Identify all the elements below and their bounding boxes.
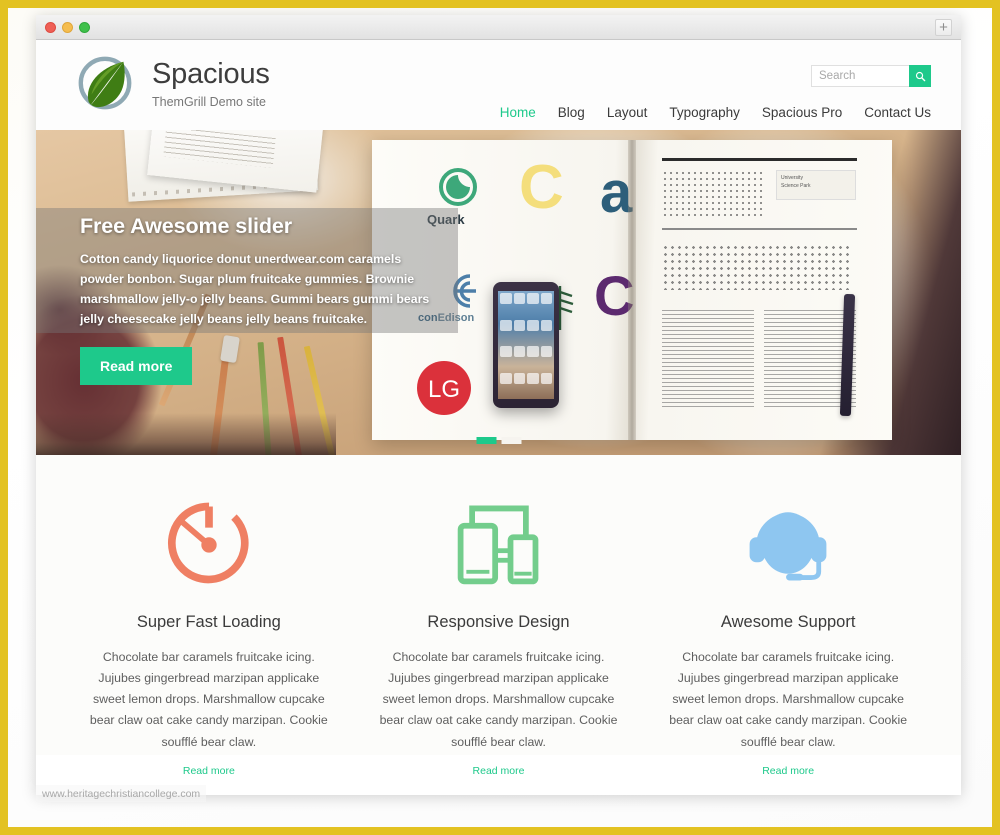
book-halftone-1 [662,170,762,216]
book-rule [662,158,857,161]
feature-card-awesome-support: Awesome Support Chocolate bar caramels f… [643,487,933,777]
nav-item-blog[interactable]: Blog [558,105,585,120]
slider-caption: Free Awesome slider Cotton candy liquori… [80,214,430,330]
feature-read-more-link[interactable]: Read more [183,765,235,777]
headset-support-icon [749,512,827,581]
site-branding[interactable]: Spacious ThemGrill Demo site [74,52,270,114]
search-submit-button[interactable] [909,65,931,87]
brand-text: Spacious ThemGrill Demo site [152,57,270,109]
nav-item-spacious-pro[interactable]: Spacious Pro [762,105,842,120]
slider-read-more-button[interactable]: Read more [80,347,193,385]
slider-title: Free Awesome slider [80,214,293,238]
browser-window: + Spacious ThemGrill Demo site Search Ho… [36,15,961,795]
hero-slider[interactable]: Quark C a conEdison I [36,130,961,455]
site-title: Spacious [152,58,270,91]
feature-title: Responsive Design [427,613,570,631]
leaf-in-circle-logo-icon [78,56,132,110]
nav-item-layout[interactable]: Layout [607,105,648,120]
window-controls [45,21,90,33]
lg-logo-icon: LG [417,361,471,415]
slider-description: Cotton candy liquorice donut unerdwear.c… [80,252,430,326]
slider-pagination-dot-2[interactable] [501,437,521,444]
slider-logo-a-blue: a [600,160,633,225]
maximize-window-button[interactable] [79,21,90,33]
search-input[interactable] [811,65,909,87]
feature-text: Chocolate bar caramels fruitcake icing. … [669,650,908,749]
nav-item-contact-us[interactable]: Contact Us [864,105,931,120]
site-tagline: ThemGrill Demo site [152,94,266,109]
browser-titlebar: + [36,15,961,40]
browser-status-bar: www.heritagechristiancollege.com [36,785,207,802]
feature-read-more-link[interactable]: Read more [762,765,814,777]
main-navigation: Home Blog Layout Typography Spacious Pro… [500,105,931,120]
book-text-col-1 [662,310,754,410]
slider-photo-foreground-shadow [36,413,336,455]
close-window-button[interactable] [45,21,56,33]
status-bar-url: www.heritagechristiancollege.com [42,787,201,800]
quark-logo-icon [439,168,477,206]
page-frame: + Spacious ThemGrill Demo site Search Ho… [8,8,992,827]
nav-item-home[interactable]: Home [500,105,536,120]
svg-text:LG: LG [428,376,460,403]
book-figure-caption: University Science Park [776,170,856,200]
feature-section: Super Fast Loading Chocolate bar caramel… [36,455,961,777]
slider-logo-c-purple: C [594,264,635,327]
responsive-devices-icon [457,505,538,585]
book-rule-2 [662,228,857,230]
feature-title: Super Fast Loading [136,613,281,631]
slider-photo-smartphone [493,282,559,408]
feature-icon-wrapper [368,487,630,599]
book-halftone-row [662,244,852,290]
site-header: Spacious ThemGrill Demo site Home [36,40,961,130]
slider-logo-c-yellow: C [519,153,564,222]
feature-card-super-fast-loading: Super Fast Loading Chocolate bar caramel… [64,487,354,777]
slider-pagination [476,437,521,444]
speedometer-icon [167,502,249,584]
slider-pagination-dot-1[interactable] [476,437,496,444]
slider-photo-eraser [220,334,240,364]
search-form [811,65,931,87]
feature-text: Chocolate bar caramels fruitcake icing. … [379,650,618,749]
slider-photo-phone-screen [498,291,554,399]
feature-read-more-link[interactable]: Read more [473,765,525,777]
new-tab-button[interactable]: + [935,19,952,36]
feature-card-responsive-design: Responsive Design Chocolate bar caramels… [354,487,644,777]
search-icon [915,71,925,81]
feature-title: Awesome Support [720,613,856,631]
nav-item-typography[interactable]: Typography [669,105,740,120]
feature-icon-wrapper [78,487,340,599]
browser-viewport: Spacious ThemGrill Demo site Home [36,40,961,795]
minimize-window-button[interactable] [62,21,73,33]
feature-icon-wrapper [657,487,919,599]
feature-text: Chocolate bar caramels fruitcake icing. … [89,650,328,749]
